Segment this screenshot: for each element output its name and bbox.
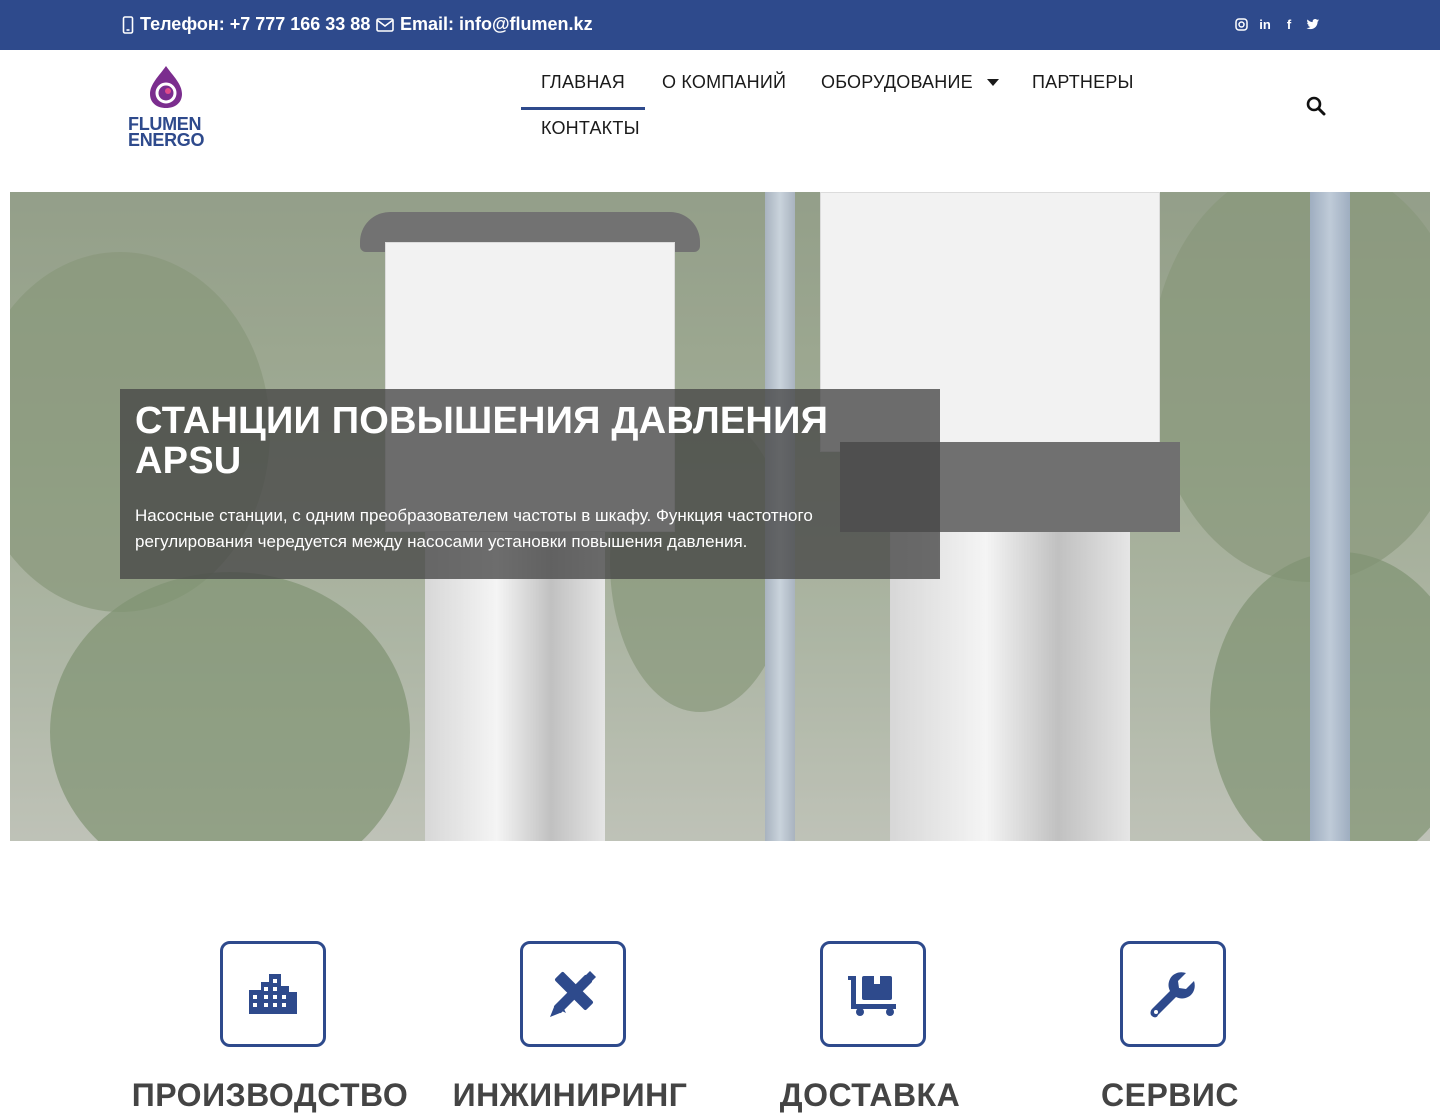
- email-contact[interactable]: Email: info@flumen.kz: [376, 14, 593, 35]
- service-title: ИНЖИНИРИНГ: [452, 1077, 688, 1113]
- service-title: ПРОИЗВОДСТВО: [131, 1077, 409, 1113]
- phone-icon: [122, 15, 134, 34]
- nav-contacts-label: КОНТАКТЫ: [541, 117, 640, 138]
- logo-drop-icon: [150, 66, 182, 108]
- logo-line2: ENERGO: [128, 130, 205, 150]
- nav-partners-label: ПАРТНЕРЫ: [1032, 71, 1134, 92]
- social-links: in f: [1234, 16, 1320, 32]
- facebook-icon[interactable]: f: [1282, 16, 1296, 32]
- nav-about-label: О КОМПАНИЙ: [662, 71, 787, 92]
- phone-text: Телефон: +7 777 166 33 88: [140, 14, 371, 34]
- hero-slider[interactable]: СТАНЦИИ ПОВЫШЕНИЯ ДАВЛЕНИЯ APSU Насосные…: [10, 192, 1430, 841]
- envelope-icon: [376, 17, 394, 32]
- instagram-icon[interactable]: [1234, 16, 1248, 32]
- hero-caption: СТАНЦИИ ПОВЫШЕНИЯ ДАВЛЕНИЯ APSU Насосные…: [120, 389, 940, 579]
- service-maintenance[interactable]: СЕРВИС: [1020, 941, 1320, 1113]
- nav-home-label: ГЛАВНАЯ: [541, 71, 625, 92]
- service-icon-box[interactable]: [1120, 941, 1226, 1047]
- logo-text: FLUMEN ENERGO: [128, 115, 205, 150]
- nav-equipment[interactable]: ОБОРУДОВАНИЕ: [821, 67, 999, 97]
- twitter-icon[interactable]: [1306, 16, 1320, 32]
- hero-text: Насосные станции, с одним преобразовател…: [135, 506, 813, 551]
- service-engineering[interactable]: ИНЖИНИРИНГ: [420, 941, 720, 1113]
- email-text: Email: info@flumen.kz: [400, 14, 593, 34]
- factory-icon: [249, 974, 297, 1014]
- phone-contact[interactable]: Телефон: +7 777 166 33 88: [122, 14, 370, 35]
- delivery-cart-icon: [848, 976, 896, 1016]
- service-icon-box[interactable]: [220, 941, 326, 1047]
- nav-contacts[interactable]: КОНТАКТЫ: [541, 113, 640, 143]
- service-title: ДОСТАВКА: [779, 1077, 961, 1113]
- engineering-icon: [550, 971, 596, 1017]
- linkedin-icon[interactable]: in: [1258, 16, 1272, 32]
- service-icon-box[interactable]: [520, 941, 626, 1047]
- site-header: FLUMEN ENERGO ГЛАВНАЯ О КОМПАНИЙ ОБОРУДО…: [0, 50, 1440, 192]
- search-icon[interactable]: [1306, 96, 1326, 116]
- wrench-icon: [1150, 972, 1195, 1018]
- service-production[interactable]: ПРОИЗВОДСТВО: [120, 941, 420, 1113]
- service-icon-box[interactable]: [820, 941, 926, 1047]
- logo[interactable]: FLUMEN ENERGO: [128, 64, 205, 154]
- service-delivery[interactable]: ДОСТАВКА: [720, 941, 1020, 1113]
- service-title: СЕРВИС: [1100, 1077, 1239, 1113]
- nav-equipment-label: ОБОРУДОВАНИЕ: [821, 71, 973, 92]
- nav-about[interactable]: О КОМПАНИЙ: [662, 67, 786, 97]
- hero-title: СТАНЦИИ ПОВЫШЕНИЯ ДАВЛЕНИЯ APSU: [135, 400, 829, 482]
- chevron-down-icon: [986, 78, 999, 86]
- nav-home[interactable]: ГЛАВНАЯ: [521, 67, 645, 110]
- top-bar: Телефон: +7 777 166 33 88 Email: info@fl…: [0, 0, 1440, 50]
- nav-partners[interactable]: ПАРТНЕРЫ: [1032, 67, 1134, 97]
